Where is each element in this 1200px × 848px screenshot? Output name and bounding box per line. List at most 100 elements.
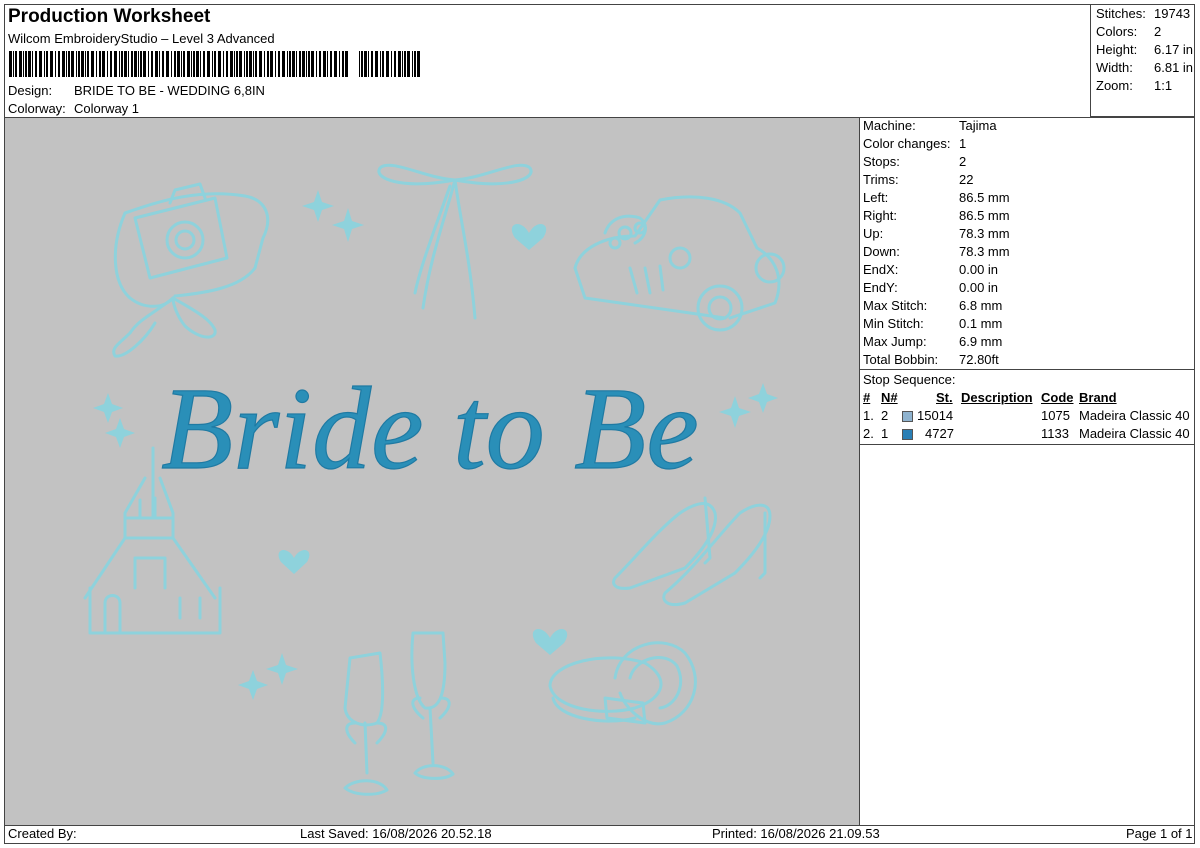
barcode-bar [214,51,216,77]
col-n: N# [881,390,898,405]
barcode-bar [402,51,403,77]
col-st: St. [936,390,953,405]
property-value: 78.3 mm [959,244,1010,259]
colorway-value: Colorway 1 [74,101,140,116]
barcode-bar [270,51,273,77]
property-row: Total Bobbin: 72.80ft [863,352,999,367]
property-label: Color changes: [863,136,951,151]
property-row: Color changes: 1 [863,136,966,151]
barcode-bar [334,51,337,77]
barcode-bar [239,51,242,77]
properties-divider [860,369,1195,370]
barcode-bar [181,51,182,77]
row-brand: Madeira Classic 40 [1079,426,1190,441]
vintage-car-motif [573,195,786,332]
barcode-bar [143,51,146,77]
barcode-bar [316,51,317,77]
property-row: EndX: 0.00 in [863,262,998,277]
property-label: Max Jump: [863,334,927,349]
property-row: Right: 86.5 mm [863,208,1010,223]
barcode-bar [110,51,112,77]
property-label: Trims: [863,172,899,187]
barcode-bar [249,51,252,77]
barcode-bar [76,51,77,77]
property-label: Max Stitch: [863,298,928,313]
barcode-bar [230,51,233,77]
barcode-bar [102,51,105,77]
row-stitches: 4727 [925,426,954,441]
design-row: Design: BRIDE TO BE - WEDDING 6,8IN [8,83,265,98]
barcode-bar [138,51,139,77]
barcode-bar [91,51,94,77]
property-row: Down: 78.3 mm [863,244,1010,259]
barcode-bar [15,51,17,77]
design-label: Design: [8,83,53,98]
barcode-bar [107,51,108,77]
barcode-bar [404,51,406,77]
stat-value: 1:1 [1154,78,1173,93]
footer-divider [4,825,1195,826]
stat-value: 2 [1154,24,1162,39]
property-row: Max Stitch: 6.8 mm [863,298,1002,313]
barcode-bar [236,51,238,77]
property-value: 22 [959,172,974,187]
barcode-bar [124,51,127,77]
stat-label: Stitches: [1096,6,1146,21]
stat-stitches: Stitches: 19743 [1096,6,1190,21]
barcode-bar [55,51,56,77]
last-saved: Last Saved: 16/08/2026 20.52.18 [300,826,492,841]
barcode-bar [187,51,190,77]
barcode-bar [25,51,27,77]
property-label: Up: [863,226,884,241]
barcode-bar [278,51,280,77]
barcode-bar [58,51,60,77]
barcode-bar [78,51,80,77]
property-value: 2 [959,154,967,169]
barcode-bar [223,51,224,77]
property-row: EndY: 0.00 in [863,280,998,295]
property-value: 86.5 mm [959,208,1010,223]
barcode-bar [131,51,133,77]
property-row: Max Jump: 6.9 mm [863,334,1002,349]
row-num: 2. [863,426,874,441]
barcode-bar [282,51,285,77]
barcode-bar [380,51,381,77]
barcode-bar [128,51,129,77]
row-num: 1. [863,408,874,423]
barcode-bar [267,51,269,77]
colorway-row: Colorway: Colorway 1 [8,101,139,116]
barcode-bar [121,51,123,77]
col-code: Code [1041,390,1074,405]
barcode-bar [345,51,348,77]
barcode-bar [46,51,48,77]
row-brand: Madeira Classic 40 [1079,408,1190,423]
barcode-bar [35,51,37,77]
barcode-bar [412,51,413,77]
stat-label: Colors: [1096,24,1138,39]
barcode-bar [375,51,378,77]
property-label: Machine: [863,118,916,133]
barcode-bar [203,51,205,77]
stop-sequence-title: Stop Sequence: [863,372,956,387]
stat-height: Height: 6.17 in [1096,42,1193,57]
barcode-bar [359,51,360,77]
software-name: Wilcom EmbroideryStudio – Level 3 Advanc… [8,31,275,46]
barcode-bar [171,51,172,77]
barcode-bar [264,51,265,77]
barcode-bar [9,51,12,77]
barcode-bar [162,51,164,77]
barcode-bar [159,51,160,77]
barcode-bar [114,51,117,77]
champagne-glasses-motif [343,631,455,796]
property-row: Up: 78.3 mm [863,226,1010,241]
barcode-bar [371,51,373,77]
barcode-bar [394,51,396,77]
barcode-bar [308,51,310,77]
barcode-bar [71,51,74,77]
stat-label: Zoom: [1096,78,1133,93]
stat-value: 6.17 in [1154,42,1194,57]
barcode-bar [166,51,169,77]
created-by: Created By: [8,826,77,841]
barcode-bar [417,51,420,77]
barcode-bar [289,51,291,77]
